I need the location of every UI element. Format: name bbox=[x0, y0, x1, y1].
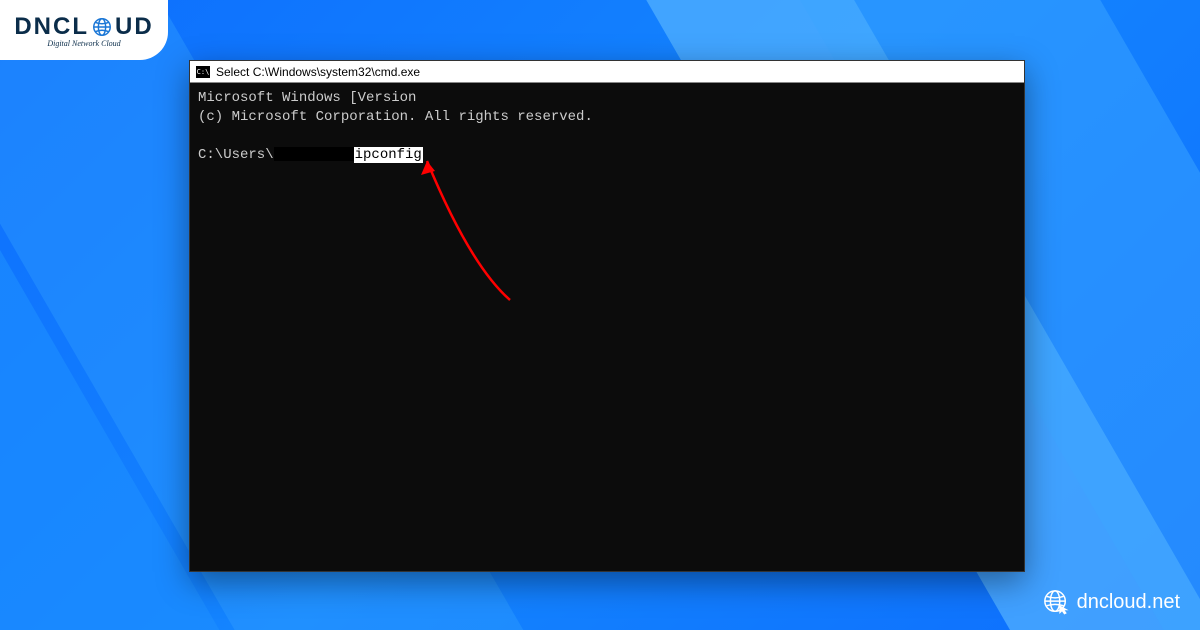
brand-tagline: Digital Network Cloud bbox=[47, 39, 120, 48]
globe-cursor-icon bbox=[1043, 589, 1069, 615]
command-highlighted[interactable]: ipconfig bbox=[354, 147, 423, 163]
brand-name-part2: UD bbox=[115, 13, 154, 41]
titlebar-text: Select C:\Windows\system32\cmd.exe bbox=[216, 65, 420, 79]
titlebar-path: C:\Windows\system32\cmd.exe bbox=[253, 65, 420, 79]
footer-url-text: dncloud.net bbox=[1077, 591, 1180, 614]
copyright-line: (c) Microsoft Corporation. All rights re… bbox=[198, 109, 593, 125]
version-line: Microsoft Windows [Version bbox=[198, 90, 425, 106]
footer-url[interactable]: dncloud.net bbox=[1043, 589, 1180, 615]
brand-name-part1: DNCL bbox=[14, 13, 89, 41]
globe-icon bbox=[91, 16, 113, 38]
titlebar[interactable]: C:\ Select C:\Windows\system32\cmd.exe bbox=[190, 61, 1024, 83]
redacted-username bbox=[274, 147, 354, 161]
cmd-icon: C:\ bbox=[196, 66, 210, 78]
cmd-window[interactable]: C:\ Select C:\Windows\system32\cmd.exe M… bbox=[189, 60, 1025, 572]
titlebar-prefix: Select bbox=[216, 65, 249, 79]
terminal-body[interactable]: Microsoft Windows [Version (c) Microsoft… bbox=[190, 83, 1024, 171]
prompt-text: C:\Users\ bbox=[198, 147, 274, 163]
brand-name: DNCL UD bbox=[14, 13, 153, 41]
brand-logo-badge: DNCL UD Digital Network Cloud bbox=[0, 0, 168, 60]
